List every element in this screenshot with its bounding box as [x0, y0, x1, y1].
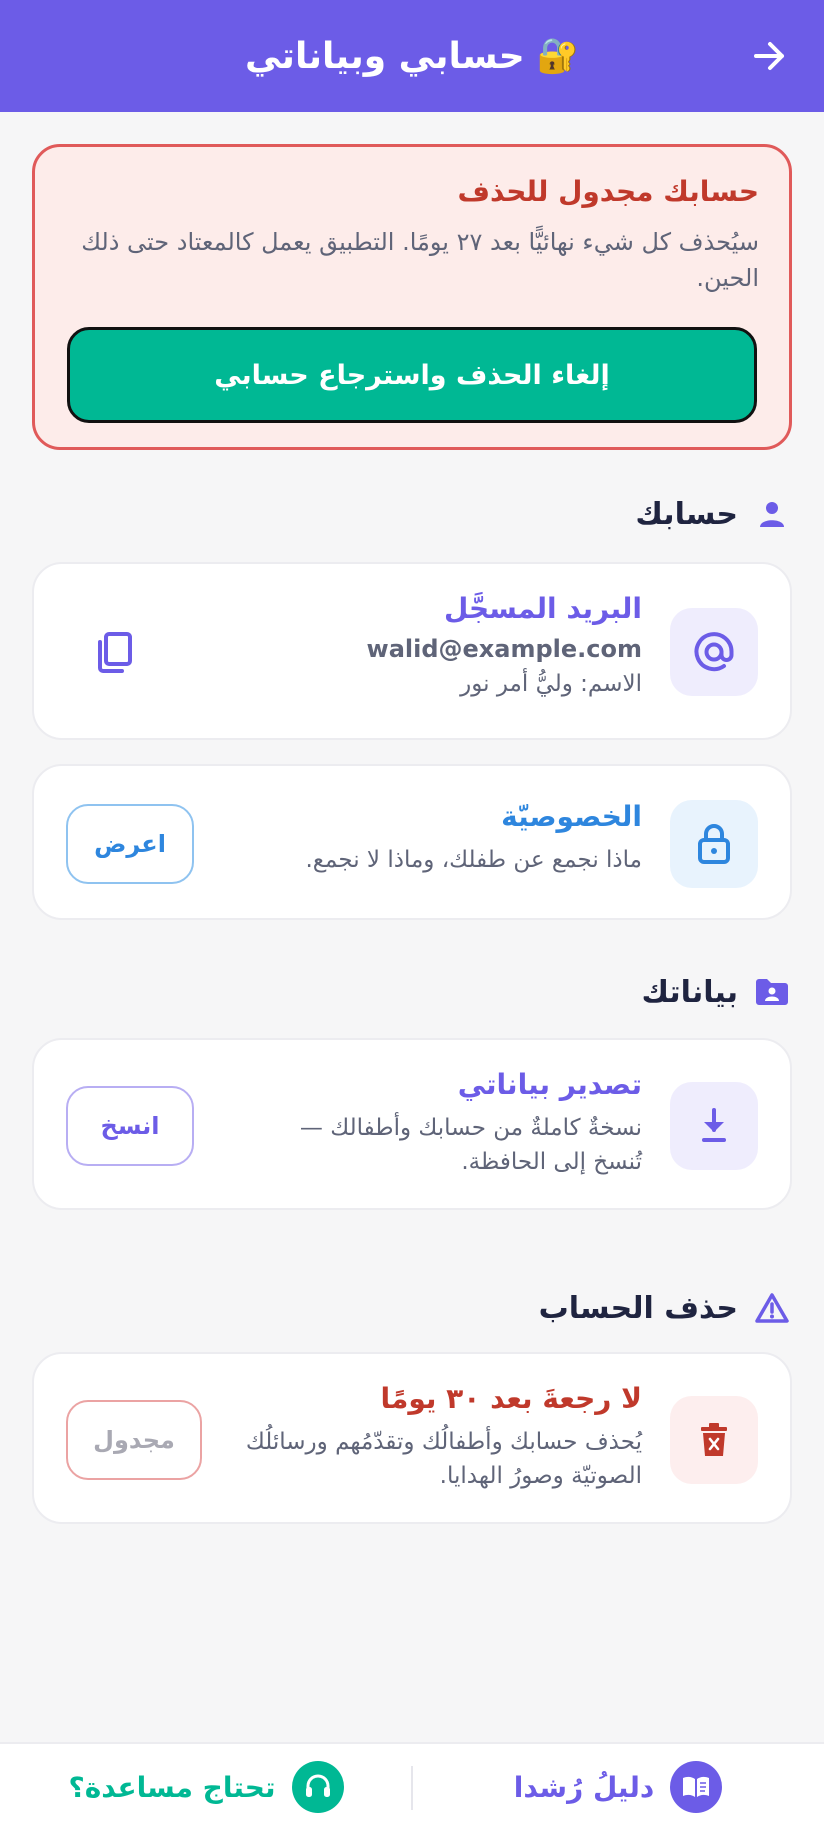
- restore-account-button[interactable]: إلغاء الحذف واسترجاع حسابي: [67, 327, 757, 423]
- privacy-card: الخصوصيّة ماذا نجمع عن طفلك، وماذا لا نج…: [32, 764, 792, 920]
- copy-email-button[interactable]: [86, 624, 142, 680]
- alert-title: حسابك مجدول للحذف: [457, 175, 759, 208]
- export-card: تصدير بياناتي نسخةٌ كاملةٌ من حسابك وأطف…: [32, 1038, 792, 1210]
- privacy-card-title: الخصوصيّة: [501, 800, 642, 833]
- guide-link[interactable]: دليلُ رُشدا: [412, 1761, 824, 1813]
- person-icon: [752, 494, 792, 534]
- email-card: البريد المسجَّل walid@example.com الاسم:…: [32, 562, 792, 740]
- page-title-text: حسابي وبياناتي: [245, 35, 525, 77]
- bottom-bar: دليلُ رُشدا تحتاج مساعدة؟: [0, 1742, 824, 1830]
- email-card-title: البريد المسجَّل: [444, 592, 642, 625]
- download-icon: [702, 1108, 726, 1142]
- section-data-title: بياناتك: [641, 974, 738, 1010]
- headset-icon: [291, 1761, 344, 1813]
- alert-body: سيُحذف كل شيء نهائيًّا بعد ٢٧ يومًا. الت…: [81, 228, 759, 292]
- section-delete-title: حذف الحساب: [538, 1290, 738, 1326]
- section-account-heading: حسابك: [635, 494, 792, 534]
- privacy-card-subtitle: ماذا نجمع عن طفلك، وماذا لا نجمع.: [305, 847, 643, 873]
- warning-triangle-icon: [752, 1288, 792, 1328]
- folder-user-icon: [752, 972, 792, 1012]
- book-icon: [670, 1761, 723, 1813]
- at-icon: [694, 632, 734, 672]
- bottom-divider: [411, 1766, 413, 1810]
- registered-email: walid@example.com: [366, 635, 642, 663]
- trash-icon-tile: [670, 1396, 758, 1484]
- lock-emoji-icon: 🔐: [536, 36, 579, 76]
- export-card-title: تصدير بياناتي: [457, 1068, 642, 1101]
- download-icon-tile: [670, 1082, 758, 1170]
- lock-icon: [698, 824, 730, 864]
- section-delete-heading: حذف الحساب: [539, 1288, 792, 1328]
- delete-card-title: لا رجعةَ بعد ٣٠ يومًا: [380, 1382, 642, 1415]
- scheduled-status-button[interactable]: مجدول: [66, 1400, 202, 1480]
- back-button[interactable]: [748, 34, 792, 78]
- section-data-heading: بياناتك: [641, 972, 792, 1012]
- help-link[interactable]: تحتاج مساعدة؟: [0, 1761, 412, 1813]
- trash-x-icon: [701, 1423, 727, 1456]
- section-account-title: حسابك: [635, 496, 738, 532]
- deletion-alert: حسابك مجدول للحذف سيُحذف كل شيء نهائيًّا…: [32, 144, 792, 450]
- copy-export-button[interactable]: انسخ: [66, 1086, 194, 1166]
- help-label: تحتاج مساعدة؟: [68, 1770, 276, 1804]
- lock-icon-tile: [670, 800, 758, 888]
- export-card-subtitle: نسخةٌ كاملةٌ من حسابك وأطفالك — تُنسخ إل…: [299, 1115, 642, 1175]
- arrow-right-icon: [754, 42, 784, 70]
- copy-icon: [98, 632, 132, 673]
- delete-card: لا رجعةَ بعد ٣٠ يومًا يُحذف حسابك وأطفال…: [32, 1352, 792, 1524]
- guide-label: دليلُ رُشدا: [513, 1770, 655, 1804]
- delete-card-subtitle: يُحذف حسابك وأطفالُك وتقدّمُهم ورسائلُك …: [245, 1429, 642, 1489]
- at-icon-tile: [670, 608, 758, 696]
- view-privacy-button[interactable]: اعرض: [66, 804, 194, 884]
- account-name-line: الاسم: وليُّ أمر نور: [460, 671, 642, 697]
- app-header: 🔐 حسابي وبياناتي: [0, 0, 824, 112]
- page-title: 🔐 حسابي وبياناتي: [245, 36, 579, 77]
